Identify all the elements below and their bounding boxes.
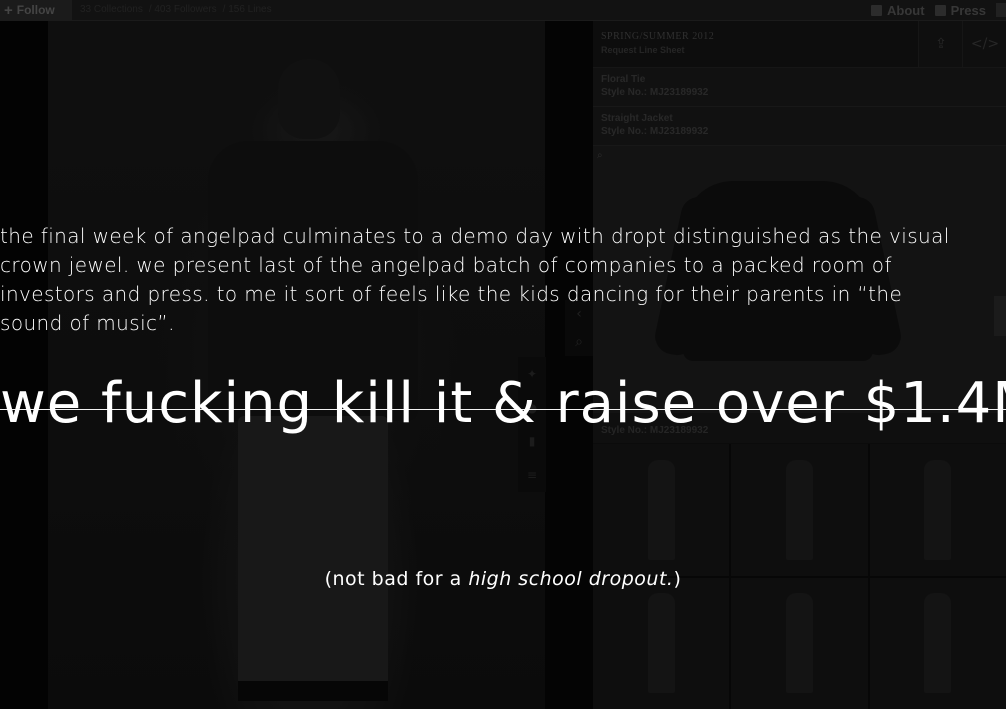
aside-emphasis: high school dropout. (468, 568, 674, 590)
story-paragraph: the final week of angelpad culminates to… (0, 224, 950, 335)
story-headline: we fucking kill it & raise over $1.4M (0, 371, 1006, 436)
aside-suffix: ) (673, 568, 682, 590)
story-aside: (not bad for a high school dropout.) (0, 568, 1006, 590)
story-overlay: the final week of angelpad culminates to… (0, 0, 1006, 709)
aside-prefix: (not bad for a (324, 568, 469, 590)
